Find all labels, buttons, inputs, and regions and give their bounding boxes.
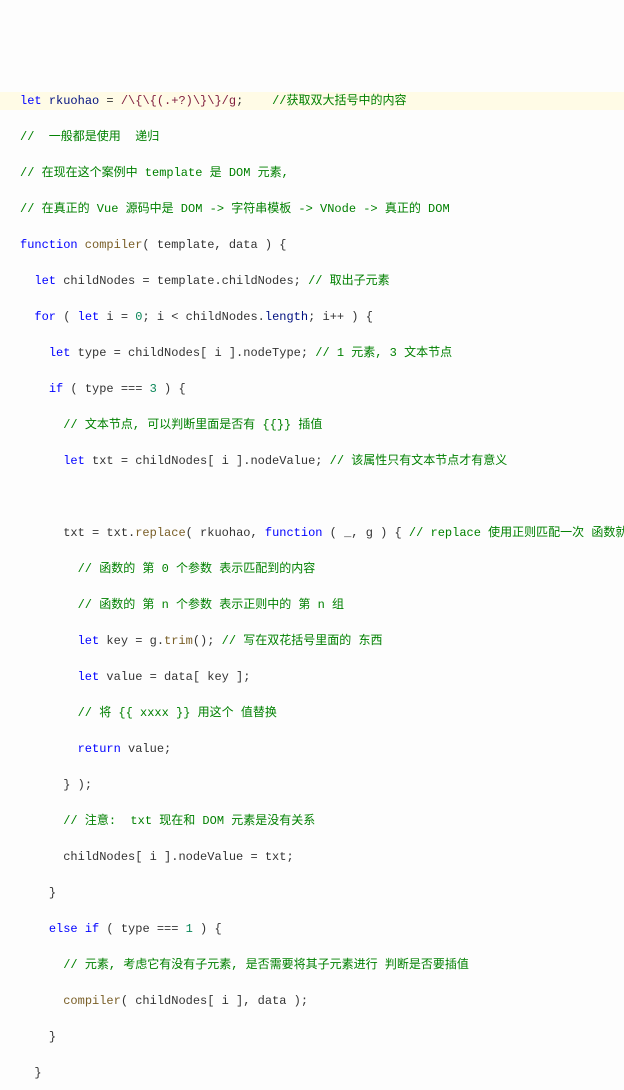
code-line: } bbox=[0, 1064, 624, 1082]
code-line: let rkuohao = /\{\{(.+?)\}\}/g; //获取双大括号… bbox=[0, 92, 624, 110]
code-line: let type = childNodes[ i ].nodeType; // … bbox=[0, 344, 624, 362]
code-line: for ( let i = 0; i < childNodes.length; … bbox=[0, 308, 624, 326]
code-line: } bbox=[0, 884, 624, 902]
code-line: // 注意: txt 现在和 DOM 元素是没有关系 bbox=[0, 812, 624, 830]
code-line: // 一般都是使用 递归 bbox=[0, 128, 624, 146]
code-line: compiler( childNodes[ i ], data ); bbox=[0, 992, 624, 1010]
code-line: childNodes[ i ].nodeValue = txt; bbox=[0, 848, 624, 866]
code-line: // 文本节点, 可以判断里面是否有 {{}} 插值 bbox=[0, 416, 624, 434]
code-editor[interactable]: let rkuohao = /\{\{(.+?)\}\}/g; //获取双大括号… bbox=[0, 72, 624, 1090]
code-line: else if ( type === 1 ) { bbox=[0, 920, 624, 938]
code-line: return value; bbox=[0, 740, 624, 758]
code-line: // 在现在这个案例中 template 是 DOM 元素, bbox=[0, 164, 624, 182]
code-line: let key = g.trim(); // 写在双花括号里面的 东西 bbox=[0, 632, 624, 650]
code-line: let childNodes = template.childNodes; //… bbox=[0, 272, 624, 290]
code-line: let value = data[ key ]; bbox=[0, 668, 624, 686]
code-line: if ( type === 3 ) { bbox=[0, 380, 624, 398]
code-line: function compiler( template, data ) { bbox=[0, 236, 624, 254]
code-line: // 元素, 考虑它有没有子元素, 是否需要将其子元素进行 判断是否要插值 bbox=[0, 956, 624, 974]
code-line: } bbox=[0, 1028, 624, 1046]
code-line: txt = txt.replace( rkuohao, function ( _… bbox=[0, 524, 624, 542]
code-line: let txt = childNodes[ i ].nodeValue; // … bbox=[0, 452, 624, 470]
code-line: // 函数的 第 0 个参数 表示匹配到的内容 bbox=[0, 560, 624, 578]
code-line: // 在真正的 Vue 源码中是 DOM -> 字符串模板 -> VNode -… bbox=[0, 200, 624, 218]
code-line bbox=[0, 488, 624, 506]
code-line: // 函数的 第 n 个参数 表示正则中的 第 n 组 bbox=[0, 596, 624, 614]
code-line: // 将 {{ xxxx }} 用这个 值替换 bbox=[0, 704, 624, 722]
code-line: } ); bbox=[0, 776, 624, 794]
